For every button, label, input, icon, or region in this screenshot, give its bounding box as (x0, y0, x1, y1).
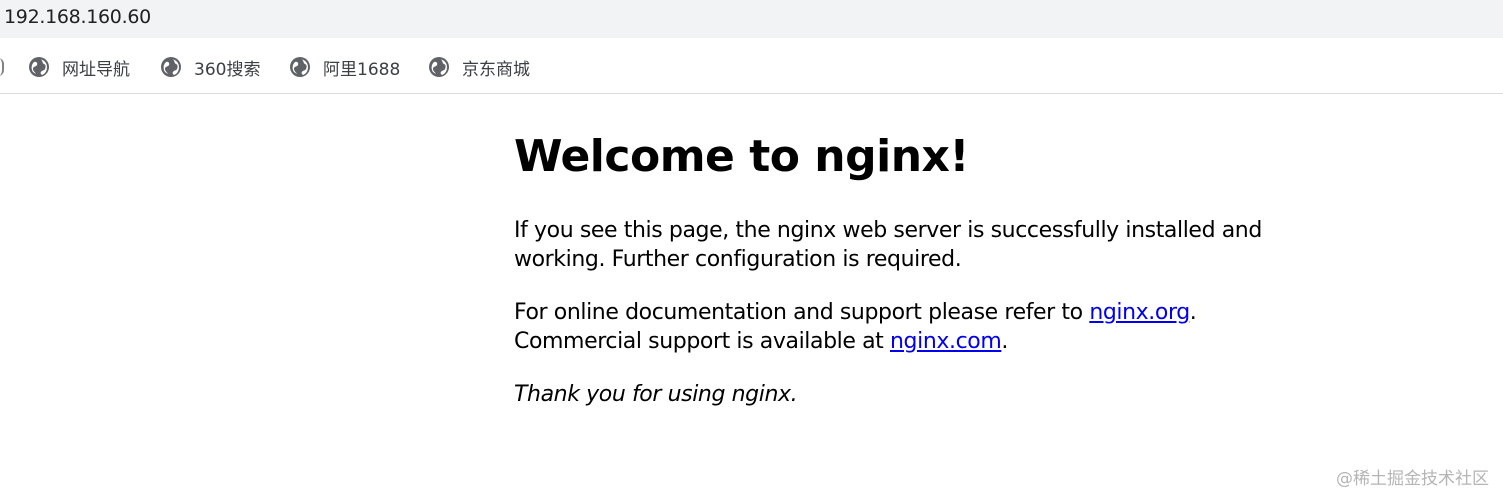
globe-icon (290, 57, 310, 77)
globe-icon (29, 57, 49, 77)
nginx-org-link[interactable]: nginx.org (1089, 300, 1190, 325)
bookmark-360-search[interactable]: 360搜索 (160, 54, 260, 80)
page-title: Welcome to nginx! (514, 131, 969, 182)
globe-icon (429, 57, 449, 77)
nginx-com-link[interactable]: nginx.com (890, 329, 1002, 354)
docs-period: . (1189, 300, 1197, 325)
support-period: . (1001, 329, 1008, 354)
bookmark-label: 京东商城 (462, 59, 530, 80)
thanks-text: Thank you for using nginx. (514, 382, 798, 407)
bookmark-wangzhi-daohang[interactable]: 网址导航 (28, 54, 130, 80)
bookmarks-bar: 网址导航 360搜索 阿里1688 京东商城 (0, 38, 1503, 94)
docs-paragraph: For online documentation and support ple… (514, 298, 1274, 356)
globe-icon (161, 57, 181, 77)
thanks-message: Thank you for using nginx. (514, 380, 1274, 409)
bookmark-ali-1688[interactable]: 阿里1688 (289, 54, 400, 80)
bookmarks-scroll-edge (0, 58, 4, 76)
watermark: @稀土掘金技术社区 (1336, 469, 1489, 489)
address-url[interactable]: 192.168.160.60 (4, 6, 151, 28)
docs-text: For online documentation and support ple… (514, 300, 1090, 325)
support-text: Commercial support is available at (514, 329, 890, 354)
bookmark-label: 阿里1688 (323, 59, 401, 80)
bookmark-jd-mall[interactable]: 京东商城 (428, 54, 530, 80)
address-bar[interactable]: 192.168.160.60 (0, 0, 1503, 38)
bookmark-label: 网址导航 (62, 59, 130, 80)
bookmark-label: 360搜索 (194, 59, 261, 80)
page-content: Welcome to nginx! If you see this page, … (514, 130, 1274, 433)
install-message: If you see this page, the nginx web serv… (514, 218, 1262, 272)
